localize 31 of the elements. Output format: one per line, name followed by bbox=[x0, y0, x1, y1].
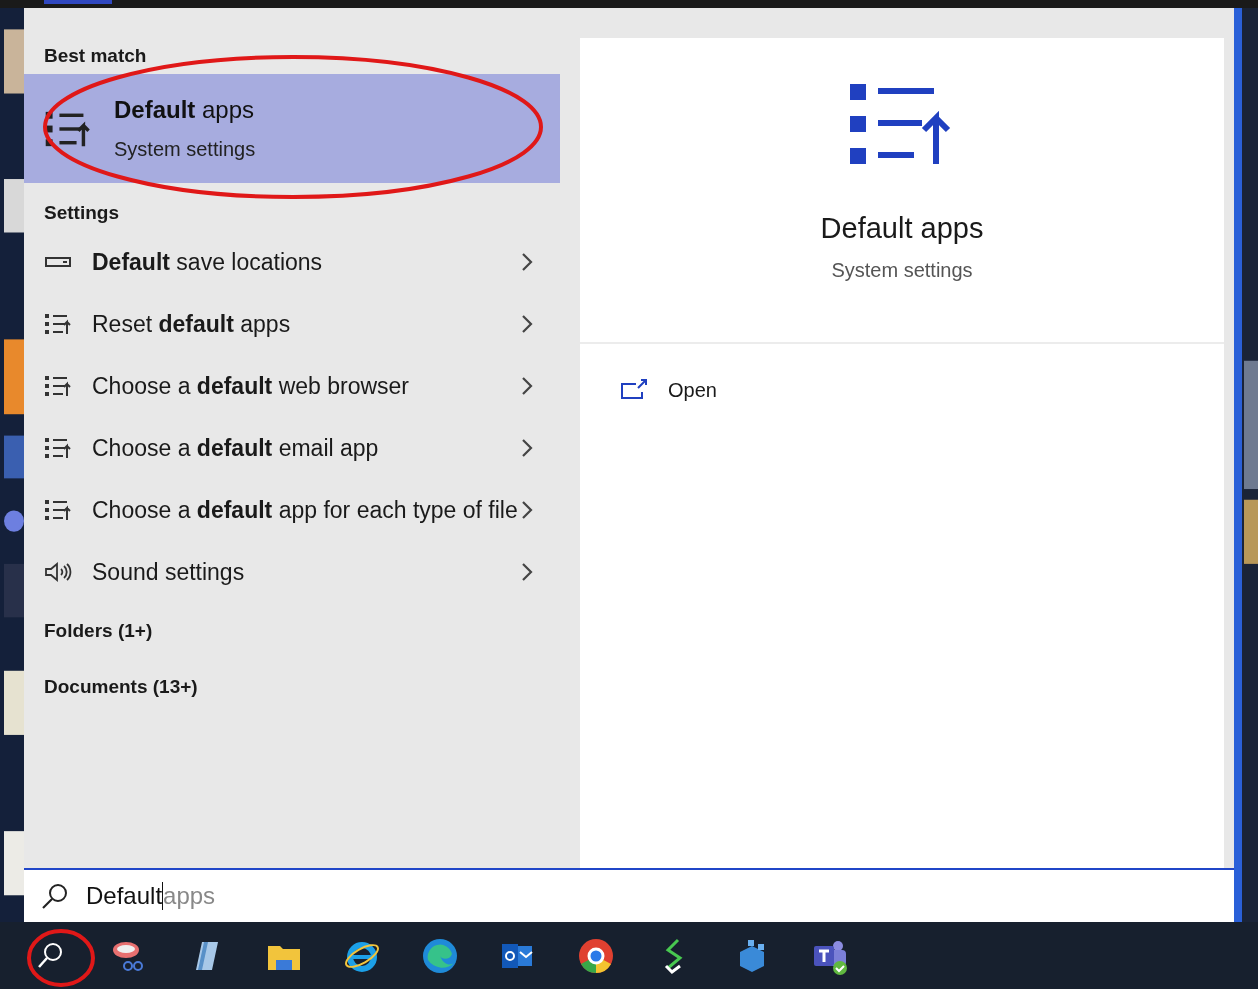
result-title: Default apps bbox=[114, 96, 256, 124]
settings-item[interactable]: Choose a default app for each type of file bbox=[24, 479, 560, 541]
list-icon bbox=[44, 313, 72, 335]
settings-item[interactable]: Choose a default web browser bbox=[24, 355, 560, 417]
preview-title: Default apps bbox=[820, 212, 984, 245]
list-icon bbox=[44, 499, 72, 521]
annotation-ellipse bbox=[26, 928, 96, 988]
preview-subtitle: System settings bbox=[831, 259, 973, 282]
chevron-icon bbox=[520, 375, 534, 397]
open-link[interactable]: Open bbox=[668, 378, 717, 402]
settings-item[interactable]: Sound settings bbox=[24, 541, 560, 603]
section-heading[interactable]: Folders (1+) bbox=[24, 603, 560, 659]
speaker-icon bbox=[44, 561, 72, 583]
chevron-icon bbox=[520, 313, 534, 335]
section-heading: Best match bbox=[43, 44, 148, 68]
section-heading: Settings bbox=[43, 201, 120, 225]
settings-item[interactable]: Choose a default email app bbox=[24, 417, 560, 479]
search-icon bbox=[40, 881, 70, 911]
settings-item[interactable]: Reset default apps bbox=[24, 293, 560, 355]
chevron-icon bbox=[520, 437, 534, 459]
chevron-icon bbox=[520, 251, 534, 273]
section-heading[interactable]: Documents (13+) bbox=[24, 659, 560, 715]
list-icon bbox=[44, 375, 72, 397]
settings-item[interactable]: Default save locations bbox=[24, 231, 560, 293]
best-match-item[interactable]: Default apps System settings bbox=[24, 74, 560, 183]
chevron-icon bbox=[520, 561, 534, 583]
list-icon bbox=[44, 437, 72, 459]
search-field[interactable]: Defaultapps bbox=[24, 868, 1234, 922]
chevron-icon bbox=[520, 499, 534, 521]
open-icon bbox=[620, 378, 648, 402]
result-subtitle: System settings bbox=[114, 138, 256, 161]
